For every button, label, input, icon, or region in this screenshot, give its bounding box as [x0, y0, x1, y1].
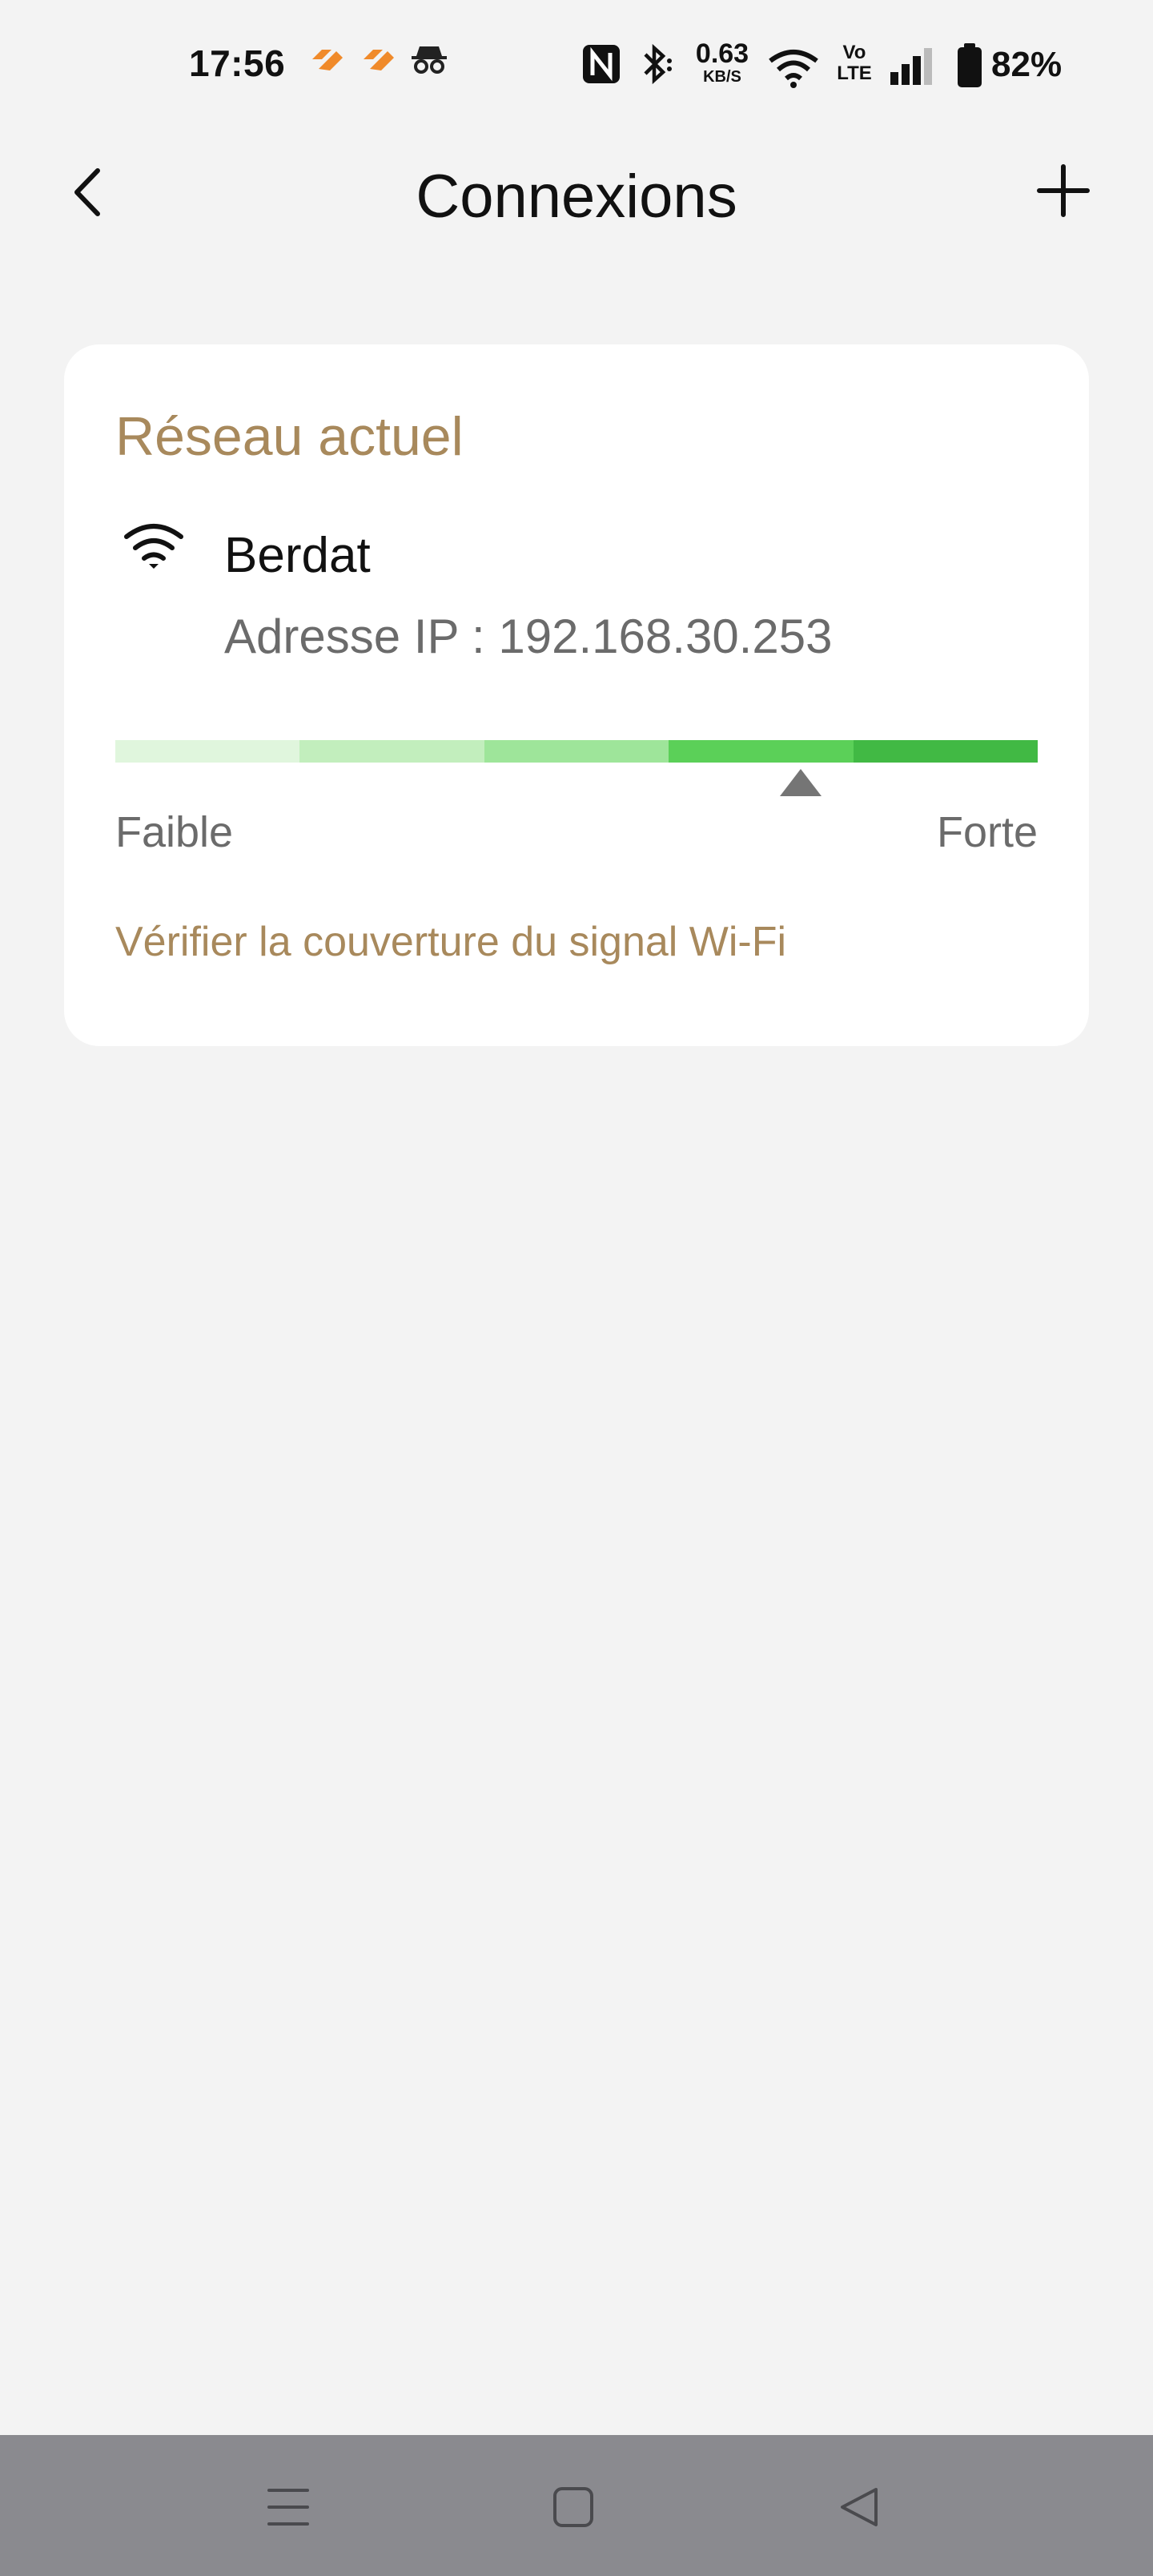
wifi-icon	[122, 521, 186, 572]
back-triangle-icon	[841, 2488, 878, 2526]
ip-address: Adresse IP : 192.168.30.253	[224, 610, 833, 663]
signal-segment	[853, 740, 1039, 763]
notification-icons	[307, 43, 448, 79]
signal-segment	[484, 740, 669, 763]
network-speed-unit: KB/S	[703, 68, 741, 86]
plus-icon	[1037, 164, 1090, 217]
app-notification-icon	[359, 43, 397, 79]
current-network-card: Réseau actuel Berdat Adresse IP : 192.16…	[64, 344, 1089, 1046]
network-speed: 0.63 KB/S	[690, 40, 754, 85]
section-title: Réseau actuel	[115, 406, 464, 467]
cell-signal-icon	[889, 46, 938, 91]
back-nav-button[interactable]	[826, 2475, 890, 2539]
bluetooth-icon	[637, 43, 677, 89]
incognito-icon	[410, 43, 448, 79]
network-speed-value: 0.63	[695, 38, 749, 69]
menu-icon	[267, 2489, 309, 2526]
signal-segment	[299, 740, 484, 763]
network-name: Berdat	[224, 528, 371, 583]
status-time: 17:56	[189, 42, 286, 84]
menu-button[interactable]	[256, 2475, 320, 2539]
add-connection-button[interactable]	[1033, 160, 1094, 221]
wifi-status-icon	[767, 48, 820, 92]
app-header: Connexions	[0, 144, 1153, 240]
battery-percent: 82%	[991, 45, 1063, 84]
system-nav-bar	[0, 2435, 1153, 2576]
connections-screen: 17:56 0.63 KB/S Vo LTE 82% Connexions Ré…	[0, 0, 1153, 2576]
home-button[interactable]	[541, 2475, 605, 2539]
page-title: Connexions	[416, 163, 737, 231]
volte-icon: Vo LTE	[837, 42, 872, 84]
nfc-icon	[581, 43, 621, 89]
signal-label-strong: Forte	[936, 808, 1038, 856]
app-notification-icon	[307, 43, 346, 79]
signal-marker-icon	[779, 769, 822, 796]
home-square-icon	[553, 2487, 593, 2527]
signal-strength-bar	[115, 740, 1039, 763]
signal-segment	[115, 740, 300, 763]
signal-segment	[669, 740, 854, 763]
signal-label-weak: Faible	[115, 808, 234, 856]
status-bar: 17:56 0.63 KB/S Vo LTE 82%	[0, 0, 1153, 128]
battery-icon	[956, 43, 983, 92]
check-wifi-coverage-link[interactable]: Vérifier la couverture du signal Wi-Fi	[115, 918, 786, 966]
